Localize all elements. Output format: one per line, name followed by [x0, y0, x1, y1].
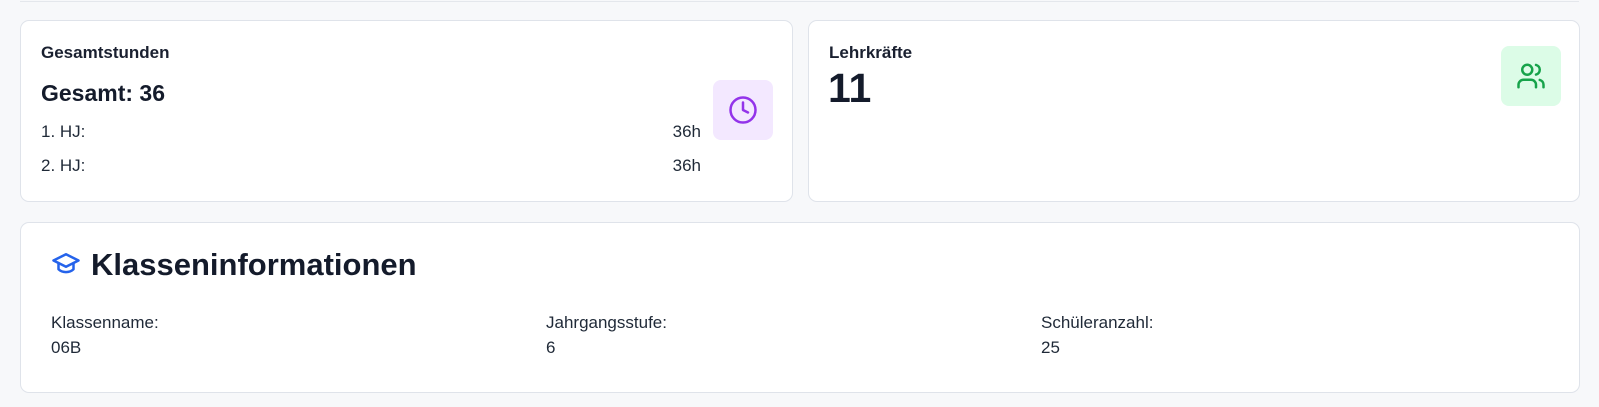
- field-label: Jahrgangsstufe:: [546, 313, 667, 332]
- teachers-count: 11: [828, 65, 872, 111]
- field-class-name: Klassenname: 06B: [51, 310, 159, 360]
- hours-row-value: 36h: [672, 122, 701, 141]
- teachers-card: Lehrkräfte 11: [808, 20, 1580, 202]
- hours-row-value: 36h: [672, 156, 701, 175]
- users-icon: [1501, 46, 1561, 106]
- class-info-header: Klasseninformationen: [51, 247, 417, 283]
- hours-row-label: 2. HJ:: [41, 156, 86, 175]
- class-info-title: Klasseninformationen: [91, 247, 417, 282]
- field-label: Schüleranzahl:: [1041, 313, 1154, 332]
- field-grade-level: Jahrgangsstufe: 6: [546, 310, 667, 360]
- field-value: 6: [546, 338, 556, 357]
- clock-icon: [713, 80, 773, 140]
- hours-row-hj2: 2. HJ: 36h: [41, 156, 701, 176]
- hours-row-label: 1. HJ:: [41, 122, 86, 141]
- hours-row-hj1: 1. HJ: 36h: [41, 122, 701, 142]
- hours-total: Gesamt: 36: [41, 80, 166, 106]
- hours-card: Gesamtstunden Gesamt: 36 1. HJ: 36h 2. H…: [20, 20, 793, 202]
- class-info-card: Klasseninformationen Klassenname: 06B Ja…: [20, 222, 1580, 393]
- top-divider: [20, 0, 1579, 2]
- field-value: 06B: [51, 338, 82, 357]
- field-student-count: Schüleranzahl: 25: [1041, 310, 1153, 360]
- graduation-cap-icon: [51, 248, 81, 283]
- field-value: 25: [1041, 338, 1060, 357]
- hours-card-title: Gesamtstunden: [41, 43, 170, 62]
- field-label: Klassenname:: [51, 313, 159, 332]
- teachers-card-title: Lehrkräfte: [829, 43, 913, 62]
